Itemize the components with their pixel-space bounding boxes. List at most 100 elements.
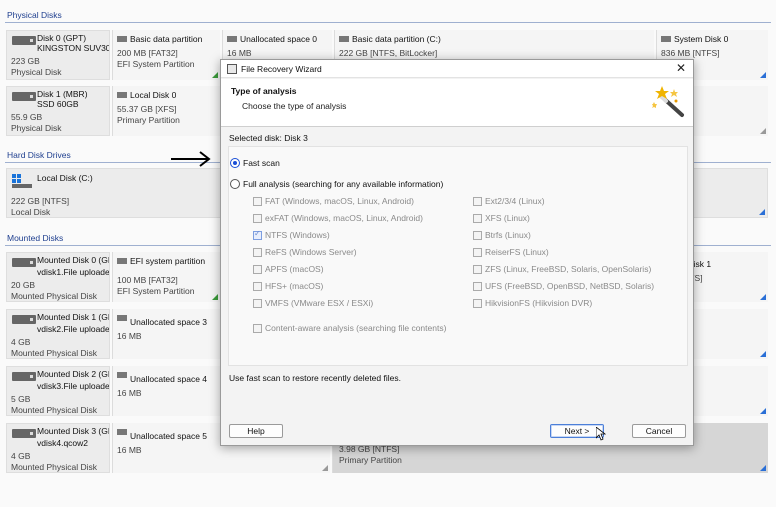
corner-marker	[322, 465, 328, 471]
header-title: Type of analysis	[231, 86, 297, 96]
fs-label: ReFS (Windows Server)	[265, 247, 357, 257]
hard-drive-icon	[12, 258, 36, 269]
partition-size: 222 GB [NTFS, BitLocker]	[339, 48, 438, 58]
fs-checkbox-hfs[interactable]	[253, 282, 262, 291]
partition-icon	[117, 429, 127, 435]
partition-size: 16 MB	[117, 331, 142, 341]
fs-checkbox-btrfs[interactable]	[473, 231, 482, 240]
fs-checkbox-fat[interactable]	[253, 197, 262, 206]
partition-icon	[117, 92, 127, 98]
partition-size: 16 MB	[117, 388, 142, 398]
fs-label: Ext2/3/4 (Linux)	[485, 196, 545, 206]
corner-marker	[760, 465, 766, 471]
mounted-disk-tile-2[interactable]: Mounted Disk 2 (GP vdisk3.File uploaded …	[6, 366, 110, 416]
hard-drive-icon	[12, 92, 36, 103]
corner-marker	[760, 128, 766, 134]
partition-tile[interactable]: EFI system partition 100 MB [FAT32] EFI …	[112, 252, 220, 302]
partition-size: 16 MB	[117, 445, 142, 455]
fast-scan-radio[interactable]	[230, 158, 240, 168]
mounted-disk-file: vdisk4.qcow2	[37, 438, 89, 448]
disk-tile-0[interactable]: Disk 0 (GPT) KINGSTON SUV300S 223 GB Phy…	[6, 30, 110, 80]
mounted-disk-name: Mounted Disk 3 (GP	[37, 426, 110, 436]
fs-checkbox-vmfs[interactable]	[253, 299, 262, 308]
full-analysis-label[interactable]: Full analysis (searching for any availab…	[243, 179, 443, 189]
drive-size: 222 GB [NTFS]	[11, 196, 70, 206]
content-aware-label: Content-aware analysis (searching file c…	[265, 323, 447, 333]
mounted-disk-tile-3[interactable]: Mounted Disk 3 (GP vdisk4.qcow2 4 GB Mou…	[6, 423, 110, 473]
mounted-disk-name: Mounted Disk 2 (GP	[37, 369, 110, 379]
fs-checkbox-zfs[interactable]	[473, 265, 482, 274]
mounted-disk-kind: Mounted Physical Disk	[11, 291, 97, 301]
partition-tile[interactable]: Basic data partition 200 MB [FAT32] EFI …	[112, 30, 220, 80]
hard-drive-icon	[12, 372, 36, 383]
drive-kind: Local Disk	[11, 207, 51, 217]
hard-drive-icon	[12, 429, 36, 440]
partition-icon	[661, 36, 671, 42]
file-recovery-wizard-dialog: File Recovery Wizard ✕ Type of analysis …	[220, 59, 694, 446]
content-aware-checkbox[interactable]	[253, 324, 262, 333]
partition-name: Basic data partition	[130, 34, 203, 44]
cancel-button[interactable]: Cancel	[632, 424, 686, 438]
disk-name: Disk 0 (GPT)	[37, 33, 87, 43]
disk-kind: Physical Disk	[11, 123, 62, 133]
partition-type: EFI System Partition	[117, 286, 195, 296]
fs-label: APFS (macOS)	[265, 264, 324, 274]
fs-checkbox-ufs[interactable]	[473, 282, 482, 291]
partition-name: Unallocated space 4	[130, 374, 208, 384]
mounted-disk-kind: Mounted Physical Disk	[11, 462, 97, 472]
hint-text: Use fast scan to restore recently delete…	[229, 373, 401, 383]
magic-wand-icon	[652, 86, 684, 117]
drive-name: Local Disk (C:)	[37, 173, 93, 183]
partition-name: System Disk 0	[674, 34, 729, 44]
partition-name: Unallocated space 3	[130, 317, 208, 327]
close-icon[interactable]: ✕	[674, 61, 688, 75]
fs-checkbox-apfs[interactable]	[253, 265, 262, 274]
disk-size: 55.9 GB	[11, 112, 43, 122]
partition-size: 16 MB	[227, 48, 252, 58]
full-analysis-radio[interactable]	[230, 179, 240, 189]
fs-label: HFS+ (macOS)	[265, 281, 324, 291]
corner-marker	[760, 294, 766, 300]
fs-label: Btrfs (Linux)	[485, 230, 531, 240]
fs-checkbox-ntfs[interactable]	[253, 229, 262, 240]
mounted-disk-kind: Mounted Physical Disk	[11, 405, 97, 415]
corner-marker	[759, 209, 765, 215]
help-button[interactable]: Help	[229, 424, 283, 438]
disk-tile-1[interactable]: Disk 1 (MBR) SSD 60GB 55.9 GB Physical D…	[6, 86, 110, 136]
section-title-hdd: Hard Disk Drives	[7, 150, 71, 160]
section-title-physical: Physical Disks	[7, 10, 62, 20]
fs-label: UFS (FreeBSD, OpenBSD, NetBSD, Solaris)	[485, 281, 655, 291]
section-divider	[5, 22, 771, 23]
fs-label: HikvisionFS (Hikvision DVR)	[485, 298, 593, 308]
partition-icon	[117, 372, 127, 378]
fs-checkbox-reiserfs[interactable]	[473, 248, 482, 257]
partition-size: 836 MB [NTFS]	[661, 48, 720, 58]
disk-model: KINGSTON SUV300S	[37, 43, 110, 53]
disk-model: SSD 60GB	[37, 99, 79, 109]
mounted-disk-name: Mounted Disk 0 (GP	[37, 255, 110, 265]
mounted-disk-tile-1[interactable]: Mounted Disk 1 (GP vdisk2.File uploaded …	[6, 309, 110, 359]
fs-checkbox-ext[interactable]	[473, 197, 482, 206]
mouse-cursor-icon	[596, 427, 606, 441]
fast-scan-label[interactable]: Fast scan	[243, 158, 280, 168]
corner-marker	[760, 72, 766, 78]
fs-label: FAT (Windows, macOS, Linux, Android)	[265, 196, 414, 206]
partition-icon	[117, 258, 127, 264]
app-icon	[227, 64, 237, 74]
mounted-disk-size: 4 GB	[11, 451, 31, 461]
partition-type: Primary Partition	[339, 455, 402, 465]
mounted-disk-name: Mounted Disk 1 (GP	[37, 312, 110, 322]
partition-size: 200 MB [FAT32]	[117, 48, 178, 58]
fs-checkbox-refs[interactable]	[253, 248, 262, 257]
fs-checkbox-exfat[interactable]	[253, 214, 262, 223]
partition-name: Unallocated space 5	[130, 431, 208, 441]
windows-drive-icon	[12, 174, 36, 188]
partition-icon	[117, 315, 127, 321]
fs-checkbox-hikvisionfs[interactable]	[473, 299, 482, 308]
mounted-disk-tile-0[interactable]: Mounted Disk 0 (GP vdisk1.File uploaded …	[6, 252, 110, 302]
fs-checkbox-xfs[interactable]	[473, 214, 482, 223]
mounted-disk-size: 20 GB	[11, 280, 36, 290]
header-subtitle: Choose the type of analysis	[242, 101, 347, 111]
fs-label: ZFS (Linux, FreeBSD, Solaris, OpenSolari…	[485, 264, 652, 274]
disk-size: 223 GB	[11, 56, 40, 66]
